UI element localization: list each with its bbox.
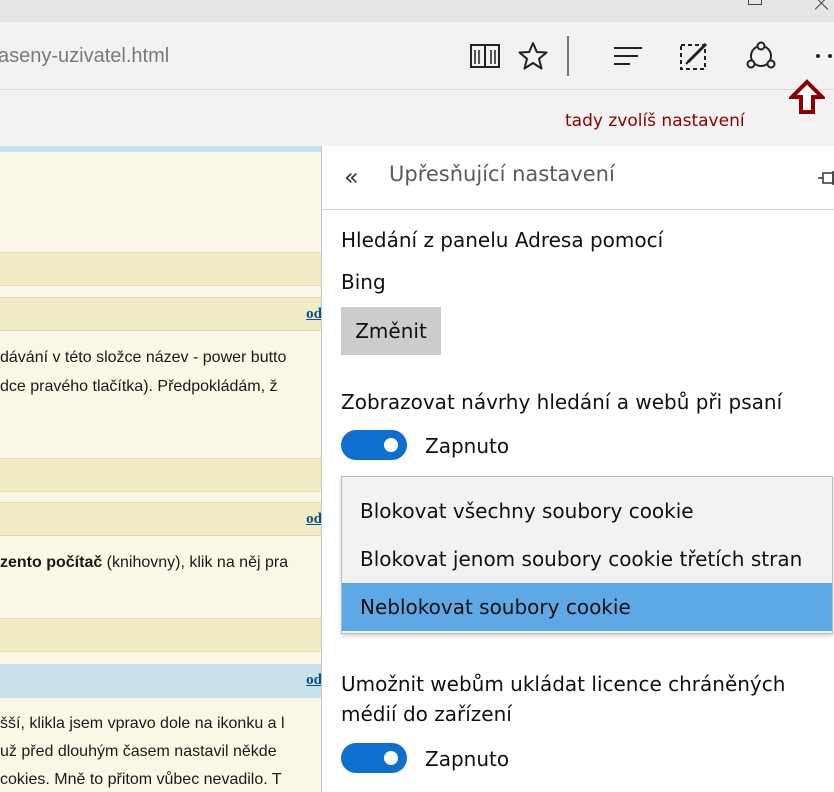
favorite-star-icon[interactable] <box>515 38 551 74</box>
reply-link[interactable]: od <box>306 672 322 689</box>
restore-window-icon[interactable] <box>748 0 762 5</box>
advanced-settings-panel: « Upřesňující nastavení Hledání z panelu… <box>321 146 834 792</box>
reading-view-icon[interactable] <box>467 38 503 74</box>
page-bold-text: zento počítač <box>0 554 103 571</box>
url-field[interactable]: aseny-uzivatel.html <box>0 45 169 68</box>
suggestions-toggle-state: Zapnuto <box>425 434 510 458</box>
close-window-icon[interactable] <box>812 0 832 10</box>
annotation-note: tady zvolíš nastavení <box>565 111 745 131</box>
page-text-line: šší, klikla jsem vpravo dole na ikonku a… <box>0 715 285 732</box>
address-bar: aseny-uzivatel.html <box>0 22 834 90</box>
reply-link[interactable]: od <box>306 306 322 323</box>
share-icon[interactable] <box>743 38 779 74</box>
hub-icon[interactable] <box>610 38 646 74</box>
page-text-line: dávání v této složce název - power butto <box>0 349 287 366</box>
back-chevron-icon[interactable]: « <box>344 164 370 190</box>
reply-link[interactable]: od <box>306 511 322 528</box>
panel-title: Upřesňující nastavení <box>389 162 615 186</box>
page-text-line: cokies. Mně to přitom vůbec nevadilo. T <box>0 771 282 788</box>
suggestions-label: Zobrazovat návrhy hledání a webů při psa… <box>341 390 783 414</box>
page-band: od <box>0 502 322 536</box>
page-band <box>0 618 322 652</box>
page-band <box>0 458 322 492</box>
toolbar-separator <box>567 36 569 76</box>
change-search-engine-button[interactable]: Změnit <box>341 307 441 355</box>
cookie-option-block-all[interactable]: Blokovat všechny soubory cookie <box>342 487 832 535</box>
panel-header: « Upřesňující nastavení <box>322 146 834 210</box>
licence-label-line1: Umožnit webům ukládat licence chráněných <box>341 672 786 696</box>
page-band: od <box>0 297 322 331</box>
search-provider-label: Hledání z panelu Adresa pomocí <box>341 228 664 252</box>
page-text-line: zento počítač (knihovny), klik na něj pr… <box>0 554 288 572</box>
page-band: od <box>0 664 322 698</box>
arrow-up-icon <box>787 79 827 115</box>
licence-toggle-state: Zapnuto <box>425 747 510 771</box>
page-band <box>0 146 322 152</box>
page-text: (knihovny), klik na něj pra <box>102 554 289 571</box>
cookies-dropdown-list[interactable]: Blokovat všechny soubory cookie Blokovat… <box>341 476 833 634</box>
suggestions-toggle[interactable] <box>341 430 407 460</box>
page-text-line: už před dlouhým časem nastavil někde <box>0 743 277 760</box>
cookie-option-dont-block[interactable]: Neblokovat soubory cookie <box>342 583 832 631</box>
more-icon[interactable] <box>806 38 834 74</box>
cookie-option-block-third-party[interactable]: Blokovat jenom soubory cookie třetích st… <box>342 535 832 583</box>
window-titlebar <box>0 0 834 22</box>
licence-toggle[interactable] <box>341 743 407 773</box>
toggle-knob <box>384 751 398 765</box>
background-web-page: od dávání v této složce název - power bu… <box>0 146 322 792</box>
toggle-knob <box>384 438 398 452</box>
page-band <box>0 252 322 286</box>
page-text-line: dce pravého tlačítka). Předpokládám, ž <box>0 378 278 395</box>
web-note-icon[interactable] <box>676 38 712 74</box>
licence-label-line2: médií do zařízení <box>341 702 512 726</box>
pin-icon[interactable] <box>817 168 834 188</box>
search-engine-value: Bing <box>341 270 386 294</box>
